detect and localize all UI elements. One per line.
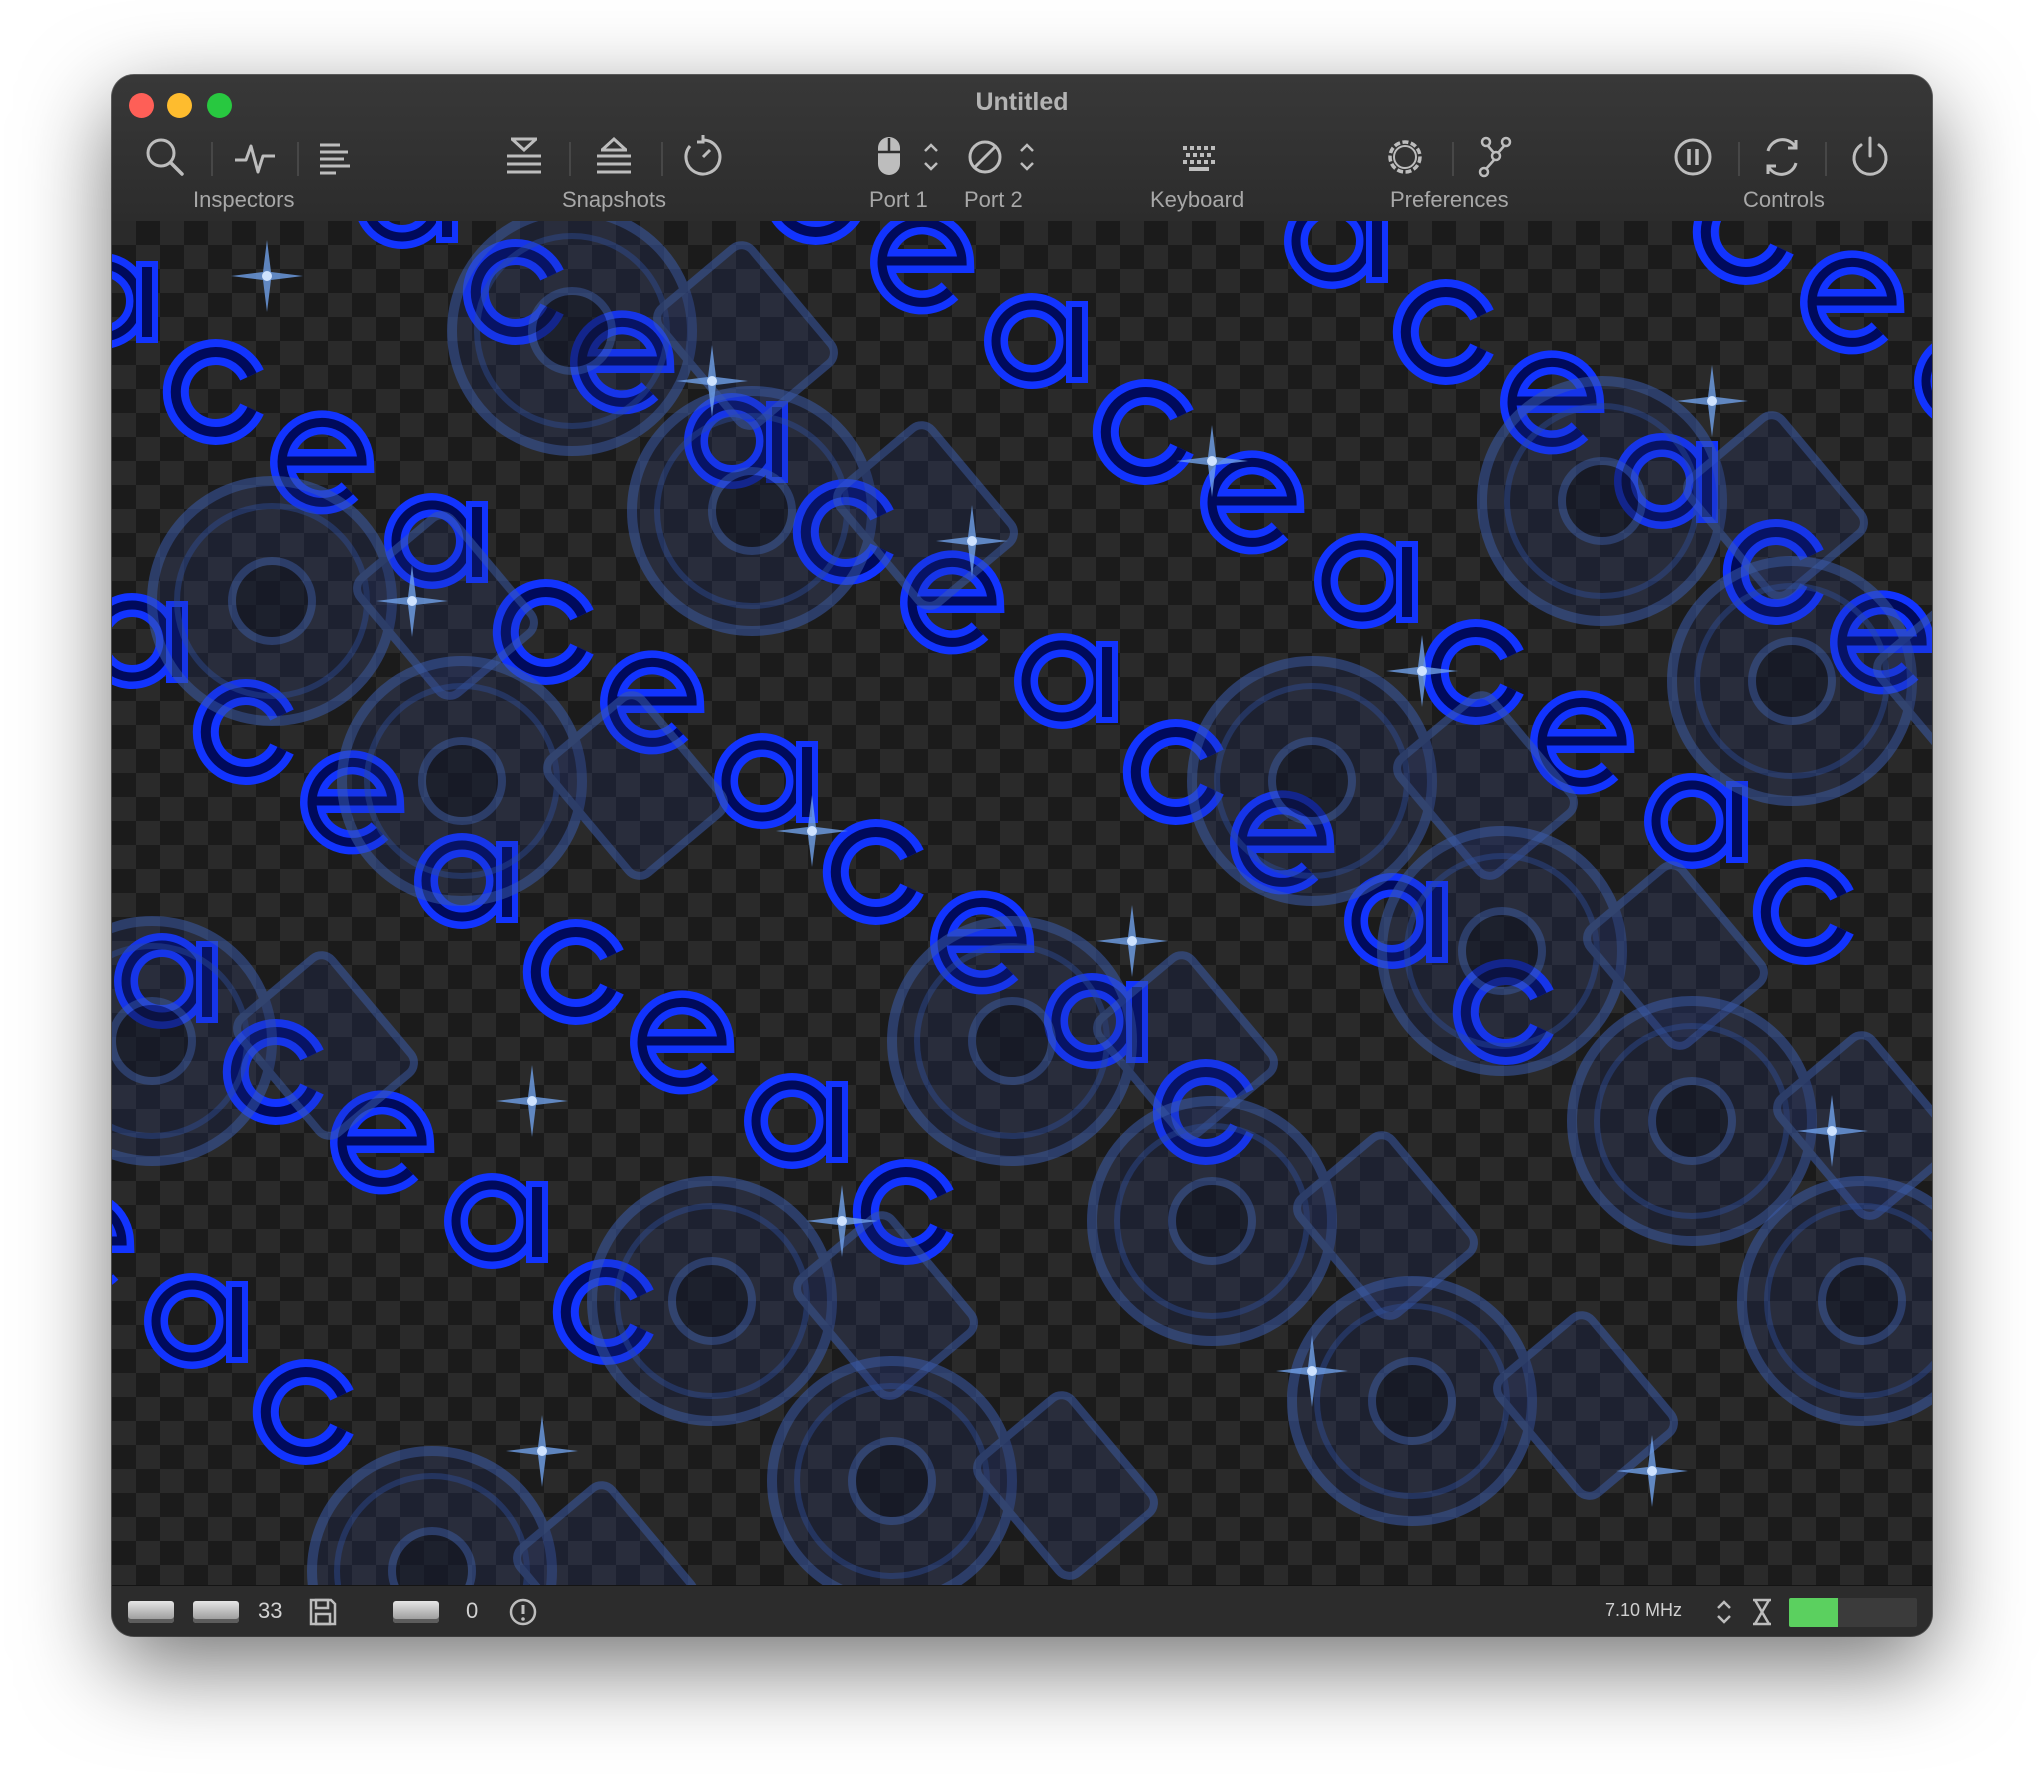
toolbar-separator [211, 142, 213, 176]
port1-label: Port 1 [869, 187, 928, 212]
port-count: 0 [466, 1598, 479, 1623]
drive-df0-icon[interactable] [128, 1601, 174, 1623]
port2-label: Port 2 [964, 187, 1023, 212]
mouse-icon[interactable] [864, 132, 914, 182]
reset-icon[interactable] [1757, 132, 1807, 182]
gear-icon[interactable] [1380, 132, 1430, 182]
status-bar: 33 0 7.10 MHz [112, 1585, 1932, 1636]
app-window: Untitled Inspectors Snapshots Port 1 Por… [112, 75, 1932, 1636]
drive-df1-icon[interactable] [193, 1601, 239, 1623]
toolbar-separator [1452, 142, 1454, 176]
preferences-label: Preferences [1390, 187, 1509, 212]
cpu-load-meter [1789, 1598, 1917, 1627]
snapshot-restore-icon[interactable] [589, 132, 639, 182]
toolbar-separator [1738, 142, 1740, 176]
window-title: Untitled [975, 88, 1069, 116]
cpu-load-fill [1789, 1598, 1838, 1627]
toolbar-separator [569, 142, 571, 176]
toolbar-separator [297, 142, 299, 176]
drive-hd0-icon[interactable] [393, 1601, 439, 1623]
port1-stepper-icon[interactable] [920, 137, 942, 177]
keyboard-icon[interactable] [1175, 132, 1225, 182]
emulator-display-art [112, 221, 1932, 1585]
pause-icon[interactable] [1668, 132, 1718, 182]
snapshots-label: Snapshots [562, 187, 666, 212]
power-icon[interactable] [1845, 132, 1895, 182]
controls-label: Controls [1743, 187, 1825, 212]
keyboard-label: Keyboard [1150, 187, 1245, 212]
snapshot-take-icon[interactable] [499, 132, 549, 182]
rewind-clock-icon[interactable] [678, 132, 728, 182]
hourglass-icon[interactable] [1746, 1596, 1778, 1628]
log-icon[interactable] [310, 132, 360, 182]
emulator-screen[interactable] [112, 221, 1932, 1585]
none-icon[interactable] [960, 132, 1010, 182]
drive-count: 33 [258, 1598, 283, 1623]
inspectors-label: Inspectors [193, 187, 295, 212]
floppy-disk-icon[interactable] [307, 1596, 339, 1628]
speed-stepper-icon[interactable] [1708, 1596, 1740, 1628]
toolbar: Untitled Inspectors Snapshots Port 1 Por… [112, 75, 1932, 222]
clock-speed: 7.10 MHz [1605, 1600, 1683, 1620]
warning-icon[interactable] [507, 1596, 539, 1628]
config-graph-icon[interactable] [1470, 132, 1520, 182]
activity-icon[interactable] [230, 132, 280, 182]
toolbar-separator [661, 142, 663, 176]
port2-stepper-icon[interactable] [1016, 137, 1038, 177]
toolbar-separator [1825, 142, 1827, 176]
search-icon[interactable] [140, 132, 190, 182]
